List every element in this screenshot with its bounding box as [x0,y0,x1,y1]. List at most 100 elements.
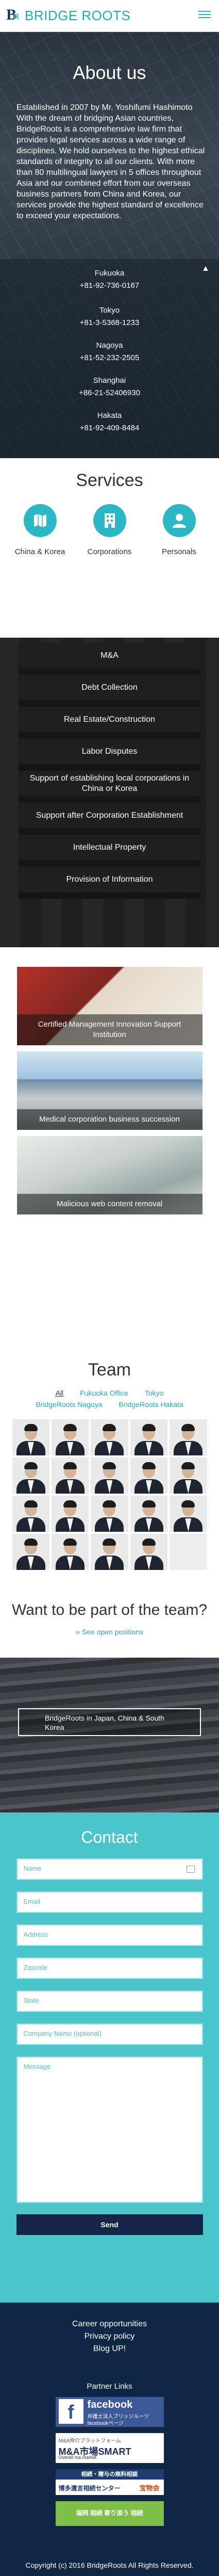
practice-item[interactable]: Debt Collection [19,675,200,707]
team-member-photo[interactable] [51,1496,89,1532]
network-banner: BridgeRoots in Japan, China & South Kore… [0,1658,219,1812]
contact-title: Contact [81,1828,138,1846]
office-hakata: Hakata +81-92-409-8484 [0,411,219,433]
filter-hakata[interactable]: BridgeRoots Hakata [119,1400,183,1408]
facebook-icon: f [58,2399,83,2424]
office-phone[interactable]: +81-52-232-2505 [0,353,219,363]
office-city: Tokyo [99,306,120,315]
ma-smart-banner[interactable]: M&A仲介プラットフォーム M&A市場SMART Overall ma mark… [55,2433,164,2463]
facebook-banner-title: facebook [87,2399,133,2410]
office-city: Hakata [97,411,122,420]
about-section: About us Established in 2007 by Mr. Yosh… [0,32,219,458]
practice-item[interactable]: Provision of Information [19,867,200,899]
team-member-photo[interactable] [130,1457,168,1494]
site-header: B R BRIDGE ROOTS [0,0,219,32]
practice-item[interactable]: Intellectual Property [19,835,200,867]
practice-item[interactable]: Labor Disputes [19,739,200,771]
logo-mark-r: R [13,12,19,21]
practice-item[interactable]: M&A [19,643,200,675]
about-intro: Established in 2007 by Mr. Yoshifumi Has… [16,103,205,220]
office-phone[interactable]: +81-92-409-8484 [0,423,219,433]
service-label: Corporations [87,547,132,556]
team-member-photo[interactable] [51,1534,89,1570]
facebook-banner[interactable]: f facebook 弁護士法人ブリッジルーツ facebookページ [55,2397,164,2427]
send-button[interactable]: Send [16,2214,203,2235]
career-link[interactable]: Career opportunities [0,2318,219,2330]
office-phone[interactable]: +81-92-736-0167 [0,281,219,291]
state-placeholder: State [23,1997,39,2004]
team-member-photo[interactable] [51,1457,89,1494]
office-phone[interactable]: +81-3-5368-1233 [0,318,219,328]
topic-card[interactable]: Medical corporation business succession [16,1051,203,1130]
office-city: Fukuoka [94,269,125,278]
site-footer: Career opportunities Privacy policy Blog… [0,2303,219,2576]
team-member-photo[interactable] [91,1419,128,1455]
services-title: Services [76,471,143,490]
team-member-photo[interactable] [130,1534,168,1570]
address-placeholder: Address [23,1931,48,1938]
service-corporations[interactable]: Corporations [79,504,141,556]
practice-item[interactable]: Support of establishing local corporatio… [19,771,200,803]
team-member-photo[interactable] [130,1419,168,1455]
message-field[interactable]: Message [16,2056,203,2203]
office-phone[interactable]: +86-21-52406930 [0,388,219,398]
team-member-photo[interactable] [91,1496,128,1532]
green-banner-text: 福岡 相続 寄り添う 相続 [76,2509,143,2517]
zipcode-field[interactable]: Zipcode [16,1957,203,1979]
services-section: Services China & Korea Corporations Pers… [0,458,219,638]
contact-section: Contact Name Email Address Zipcode State… [0,1812,219,2303]
brand-name: BRIDGE ROOTS [25,7,131,23]
open-positions-link[interactable]: » See open positions [0,1628,219,1636]
green-partner-banner[interactable]: 福岡 相続 寄り添う 相続 [55,2501,164,2526]
filter-all[interactable]: All [56,1389,64,1397]
building-icon [93,504,126,537]
footer-links: Career opportunities Privacy policy Blog… [0,2318,219,2355]
inheritance-left: 博多遺言相続センター [58,2485,121,2492]
topic-caption: Medical corporation business succession [16,1109,203,1130]
service-personals[interactable]: Personals [148,504,210,556]
privacy-link[interactable]: Privacy policy [0,2330,219,2343]
team-member-photo[interactable] [130,1496,168,1532]
team-member-photo[interactable] [12,1457,49,1494]
address-field[interactable]: Address [16,1924,203,1946]
state-field[interactable]: State [16,1990,203,2012]
team-member-photo[interactable] [12,1419,49,1455]
team-member-photo[interactable] [170,1419,207,1455]
topic-caption: Malicious web content removal [16,1194,203,1214]
brand-logo[interactable]: B R BRIDGE ROOTS [6,6,131,24]
team-member-photo[interactable] [12,1496,49,1532]
team-member-photo[interactable] [91,1457,128,1494]
office-fukuoka: Fukuoka +81-92-736-0167 [0,268,219,291]
partner-links-title: Partner Links [87,2382,132,2391]
company-placeholder: Company Name (optional) [23,2030,102,2037]
practice-item[interactable]: Real Estate/Construction [19,707,200,739]
network-button[interactable]: BridgeRoots in Japan, China & South Kore… [18,1708,201,1736]
hamburger-menu-icon[interactable] [198,8,211,21]
inheritance-banner[interactable]: 相続・贈与の無料相談 博多遺言相続センター 宝物会 [55,2469,164,2495]
team-member-photo[interactable] [170,1457,207,1494]
filter-nagoya[interactable]: BridgeRoots Nagoya [36,1400,102,1408]
team-member-photo[interactable] [91,1534,128,1570]
office-city: Nagoya [96,341,123,350]
company-field[interactable]: Company Name (optional) [16,2023,203,2045]
offices-panel: ▲ Fukuoka +81-92-736-0167 Tokyo +81-3-53… [0,259,219,458]
inheritance-top: 相続・贈与の無料相談 [55,2469,164,2480]
inheritance-right: 宝物会 [139,2484,160,2492]
filter-tokyo[interactable]: Tokyo [145,1389,164,1397]
message-placeholder: Message [23,2063,51,2070]
team-member-photo[interactable] [12,1534,49,1570]
email-field[interactable]: Email [16,1891,203,1913]
service-label: China & Korea [14,547,65,556]
name-field[interactable]: Name [16,1858,203,1880]
facebook-banner-sub: 弁護士法人ブリッジルーツ facebookページ [87,2414,149,2426]
team-member-photo[interactable] [170,1496,207,1532]
blog-link[interactable]: Blog UP! [0,2343,219,2355]
practice-item[interactable]: Support after Corporation Establishment [19,803,200,835]
topic-card[interactable]: Malicious web content removal [16,1136,203,1214]
team-member-photo[interactable] [51,1419,89,1455]
person-icon [162,504,196,537]
about-title: About us [73,62,146,83]
filter-fukuoka[interactable]: Fukuoka Office [80,1389,128,1397]
service-china-korea[interactable]: China & Korea [9,504,71,556]
topic-card[interactable]: Certified Management Innovation Support … [16,967,203,1045]
